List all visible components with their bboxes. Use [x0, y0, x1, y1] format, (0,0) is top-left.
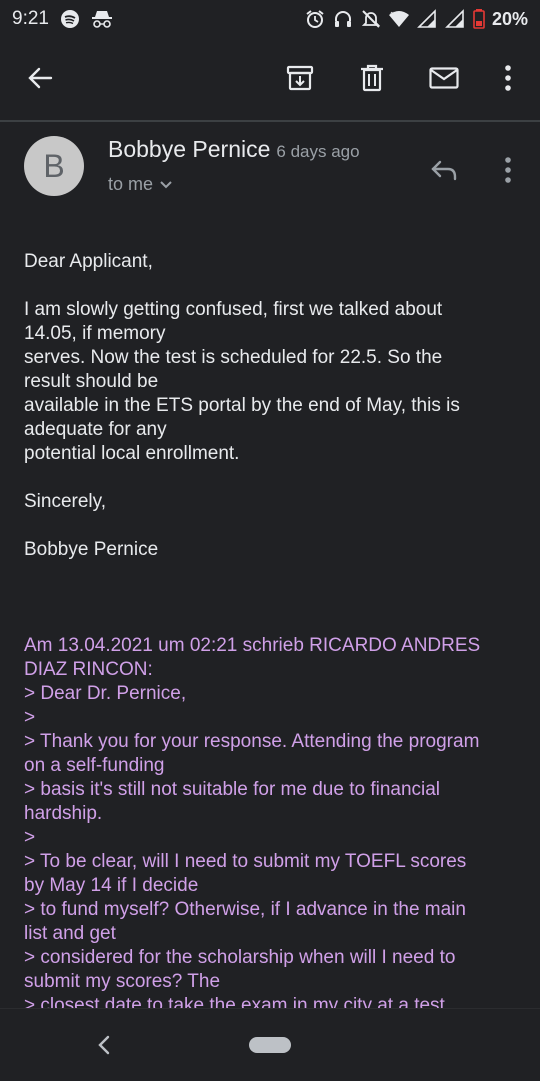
- quoted-line: submit my scores? The: [24, 971, 221, 992]
- email-paragraph: I am slowly getting confused, first we t…: [24, 298, 524, 466]
- battery-icon: [472, 8, 486, 30]
- incognito-icon: [91, 8, 113, 30]
- nav-back-button[interactable]: [90, 1031, 118, 1059]
- headset-icon: [332, 8, 354, 30]
- quoted-line: > basis it's still not suitable for me d…: [24, 779, 441, 800]
- system-nav-bar: [0, 1008, 540, 1081]
- chevron-down-icon: [160, 180, 172, 188]
- paragraph-line: result should be: [24, 371, 159, 392]
- recipient-toggle[interactable]: to me: [108, 174, 173, 195]
- paragraph-line: adequate for any: [24, 419, 167, 440]
- quoted-line: >: [24, 707, 36, 728]
- quoted-line: > to fund myself? Otherwise, if I advanc…: [24, 899, 466, 920]
- quoted-line: Am 13.04.2021 um 02:21 schrieb RICARDO A…: [24, 635, 481, 656]
- sender-avatar[interactable]: B: [24, 136, 84, 196]
- message-more-button[interactable]: [488, 150, 528, 190]
- quoted-line: > To be clear, will I need to submit my …: [24, 851, 467, 872]
- paragraph-line: I am slowly getting confused, first we t…: [24, 299, 443, 320]
- reply-button[interactable]: [424, 150, 464, 190]
- quoted-line: > Dear Dr. Pernice,: [24, 683, 187, 704]
- quoted-line: DIAZ RINCON:: [24, 659, 153, 680]
- back-button[interactable]: [20, 58, 60, 98]
- quoted-line: > considered for the scholarship when wi…: [24, 947, 456, 968]
- trash-icon: [361, 64, 383, 92]
- more-vert-icon: [505, 157, 511, 183]
- home-pill[interactable]: [249, 1037, 291, 1053]
- chevron-left-icon: [98, 1035, 110, 1055]
- email-time: 6 days ago: [276, 142, 360, 161]
- mark-unread-button[interactable]: [424, 58, 464, 98]
- reply-icon: [431, 160, 457, 181]
- quoted-line: >: [24, 827, 36, 848]
- sender-line: Bobbye Pernice 6 days ago: [108, 136, 360, 163]
- paragraph-line: potential local enrollment.: [24, 443, 240, 464]
- toolbar: [0, 38, 540, 118]
- email-header: B Bobbye Pernice 6 days ago to me: [0, 122, 540, 222]
- battery-percent: 20%: [491, 8, 528, 29]
- svg-text:⇅: ⇅: [390, 11, 396, 19]
- arrow-back-icon: [28, 67, 53, 89]
- sender-name[interactable]: Bobbye Pernice: [108, 136, 270, 162]
- greeting: Dear Applicant,: [24, 251, 153, 272]
- paragraph-line: available in the ETS portal by the end o…: [24, 395, 460, 416]
- signature: Bobbye Pernice: [24, 539, 159, 560]
- email-body: Dear Applicant, I am slowly getting conf…: [24, 250, 524, 1018]
- more-options-button[interactable]: [488, 58, 528, 98]
- alarm-icon: [304, 8, 326, 30]
- paragraph-line: serves. Now the test is scheduled for 22…: [24, 347, 443, 368]
- more-vert-icon: [505, 65, 511, 91]
- quoted-line: hardship.: [24, 803, 103, 824]
- closing: Sincerely,: [24, 491, 107, 512]
- quoted-line: by May 14 if I decide: [24, 875, 199, 896]
- recipient-label: to me: [108, 174, 154, 194]
- mail-icon: [429, 67, 459, 89]
- archive-icon: [286, 65, 314, 91]
- spotify-icon: [59, 8, 81, 30]
- quoted-line: on a self-funding: [24, 755, 165, 776]
- status-bar: 9:21 ⇅ 20%: [0, 0, 540, 38]
- quoted-line: list and get: [24, 923, 116, 944]
- wifi-icon: ⇅: [388, 8, 410, 30]
- signal-icon-2: [444, 8, 466, 30]
- quoted-line: > Thank you for your response. Attending…: [24, 731, 480, 752]
- archive-button[interactable]: [280, 58, 320, 98]
- paragraph-line: 14.05, if memory: [24, 323, 166, 344]
- signal-icon: [416, 8, 438, 30]
- delete-button[interactable]: [352, 58, 392, 98]
- notifications-off-icon: [360, 8, 382, 30]
- quoted-text: Am 13.04.2021 um 02:21 schrieb RICARDO A…: [24, 634, 524, 1018]
- status-time: 9:21: [12, 8, 49, 29]
